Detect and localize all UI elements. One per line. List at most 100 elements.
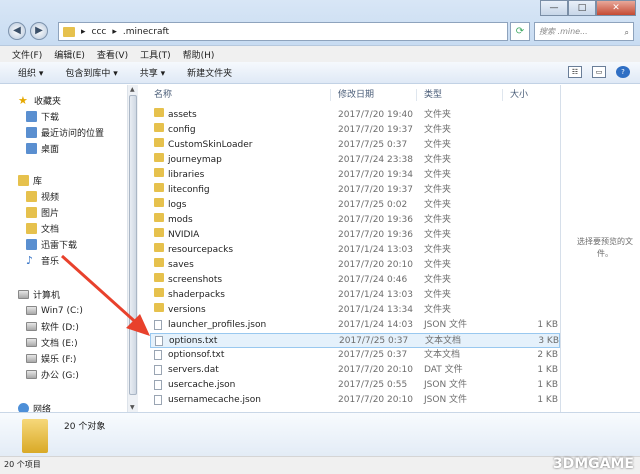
file-type: 文件夹 [424,170,452,180]
file-row[interactable]: resourcepacks 2017/1/24 13:03 文件夹 [150,243,560,258]
preview-message: 选择要预览的文件。 [577,237,633,258]
minimize-button[interactable]: — [540,0,568,16]
menu-file[interactable]: 文件(F) [12,48,42,61]
column-divider[interactable] [330,89,331,101]
sidebar-item-documents[interactable]: 文档 [26,221,59,236]
pictures-icon [26,207,37,218]
forward-button[interactable]: ▶ [30,22,48,40]
sidebar-item-drive-d[interactable]: 软件 (D:) [26,319,79,334]
column-divider[interactable] [502,89,503,101]
file-date: 2017/7/20 20:10 [338,365,413,375]
preview-pane: 选择要预览的文件。 [560,85,640,412]
sidebar-computer[interactable]: 计算机 [18,287,60,302]
file-date: 2017/7/20 19:40 [338,110,413,120]
sidebar-scrollbar[interactable]: ▲ ▼ [127,85,138,412]
scroll-up-icon[interactable]: ▲ [130,86,135,93]
file-row[interactable]: options.txt 2017/7/25 0:37 文本文档 3 KB [150,333,560,348]
file-icon [154,395,162,405]
column-divider[interactable] [416,89,417,101]
column-header-size[interactable]: 大小 [510,87,528,103]
sidebar-favorites[interactable]: ★ 收藏夹 [18,93,61,108]
file-row[interactable]: journeymap 2017/7/24 23:38 文件夹 [150,153,560,168]
sidebar-network[interactable]: 网络 [18,401,51,412]
file-type: 文件夹 [424,155,452,165]
sidebar-item-thunder-downloads[interactable]: 迅雷下载 [26,237,77,252]
file-row[interactable]: mods 2017/7/20 19:36 文件夹 [150,213,560,228]
explorer-window: — □ ✕ ◀ ▶ ▸ ccc ▸ .minecraft ⟳ 搜索 .mine.… [0,0,640,474]
column-header-name[interactable]: 名称 [154,87,172,103]
file-row[interactable]: launcher_profiles.json 2017/1/24 14:03 JSO… [150,318,560,333]
refresh-button[interactable]: ⟳ [510,22,530,41]
file-row[interactable]: saves 2017/7/20 20:10 文件夹 [150,258,560,273]
menu-view[interactable]: 查看(V) [97,48,128,61]
sidebar-label: 文档 (E:) [41,339,78,349]
file-row[interactable]: versions 2017/1/24 13:34 文件夹 [150,303,560,318]
menu-edit[interactable]: 编辑(E) [54,48,85,61]
sidebar-item-drive-e[interactable]: 文档 (E:) [26,335,78,350]
view-options-icon[interactable]: ☷ [568,66,582,78]
preview-pane-icon[interactable]: ▭ [592,66,606,78]
file-row[interactable]: config 2017/7/20 19:37 文件夹 [150,123,560,138]
file-row[interactable]: usernamecache.json 2017/7/20 20:10 JSON 文件… [150,393,560,408]
file-row[interactable]: shaderpacks 2017/1/24 13:03 文件夹 [150,288,560,303]
new-folder-button[interactable]: 新建文件夹 [187,66,232,79]
folder-icon [154,138,164,147]
organize-button[interactable]: 组织 ▾ [18,66,43,79]
file-row[interactable]: logs 2017/7/25 0:02 文件夹 [150,198,560,213]
file-row[interactable]: CustomSkinLoader 2017/7/25 0:37 文件夹 [150,138,560,153]
back-button[interactable]: ◀ [8,22,26,40]
chevron-right-icon: ▸ [81,26,86,37]
column-header-date[interactable]: 修改日期 [338,87,374,103]
sidebar-item-drive-g[interactable]: 办公 (G:) [26,367,79,382]
folder-icon [154,183,164,192]
include-library-button[interactable]: 包含到库中 ▾ [65,66,117,79]
file-icon [155,336,163,346]
file-row[interactable]: screenshots 2017/7/24 0:46 文件夹 [150,273,560,288]
sidebar-item-recent[interactable]: 最近访问的位置 [26,125,104,140]
file-row[interactable]: usercache.json 2017/7/25 0:55 JSON 文件 1 KB [150,378,560,393]
folder-icon [22,419,48,453]
sidebar-item-music[interactable]: ♪ 音乐 [26,253,59,268]
file-row[interactable]: NVIDIA 2017/7/20 19:36 文件夹 [150,228,560,243]
sidebar-item-videos[interactable]: 视频 [26,189,59,204]
sidebar-item-drive-f[interactable]: 娱乐 (F:) [26,351,76,366]
file-name: journeymap [168,155,222,165]
file-name: config [168,125,196,135]
file-type: 文件夹 [424,290,452,300]
sidebar-item-downloads[interactable]: 下载 [26,109,59,124]
sidebar-label: 音乐 [41,257,60,267]
file-row[interactable]: assets 2017/7/20 19:40 文件夹 [150,108,560,123]
file-row[interactable]: servers.dat 2017/7/20 20:10 DAT 文件 1 KB [150,363,560,378]
column-header-type[interactable]: 类型 [424,87,442,103]
scroll-down-icon[interactable]: ▼ [130,404,135,411]
breadcrumb-minecraft[interactable]: .minecraft [123,27,169,37]
file-row[interactable]: liteconfig 2017/7/20 19:37 文件夹 [150,183,560,198]
file-row[interactable]: libraries 2017/7/20 19:34 文件夹 [150,168,560,183]
sidebar-label: 办公 (G:) [41,371,79,381]
sidebar-item-pictures[interactable]: 图片 [26,205,59,220]
file-type: DAT 文件 [424,365,463,375]
drive-icon [26,322,37,331]
documents-icon [26,223,37,234]
file-date: 2017/7/20 19:36 [338,215,413,225]
sidebar-item-desktop[interactable]: 桌面 [26,141,59,156]
file-row[interactable]: optionsof.txt 2017/7/25 0:37 文本文档 2 KB [150,348,560,363]
sidebar-libraries[interactable]: 库 [18,173,42,188]
share-button[interactable]: 共享 ▾ [140,66,165,79]
menu-tools[interactable]: 工具(T) [140,48,171,61]
close-button[interactable]: ✕ [596,0,636,16]
sidebar-item-drive-c[interactable]: Win7 (C:) [26,303,83,318]
search-input[interactable]: 搜索 .mine... ⌕ [534,22,634,41]
file-type: JSON 文件 [424,395,468,405]
maximize-button[interactable]: □ [568,0,596,16]
help-icon[interactable]: ? [616,66,630,78]
chevron-right-icon: ▸ [112,26,117,37]
object-count: 20 个对象 [64,422,106,432]
address-field[interactable]: ▸ ccc ▸ .minecraft [58,22,508,41]
breadcrumb-ccc[interactable]: ccc [92,27,107,37]
sidebar-label: 计算机 [33,291,61,301]
network-icon [18,403,29,412]
file-type: 文件夹 [424,275,452,285]
menu-help[interactable]: 帮助(H) [183,48,215,61]
scrollbar-thumb[interactable] [129,95,137,395]
